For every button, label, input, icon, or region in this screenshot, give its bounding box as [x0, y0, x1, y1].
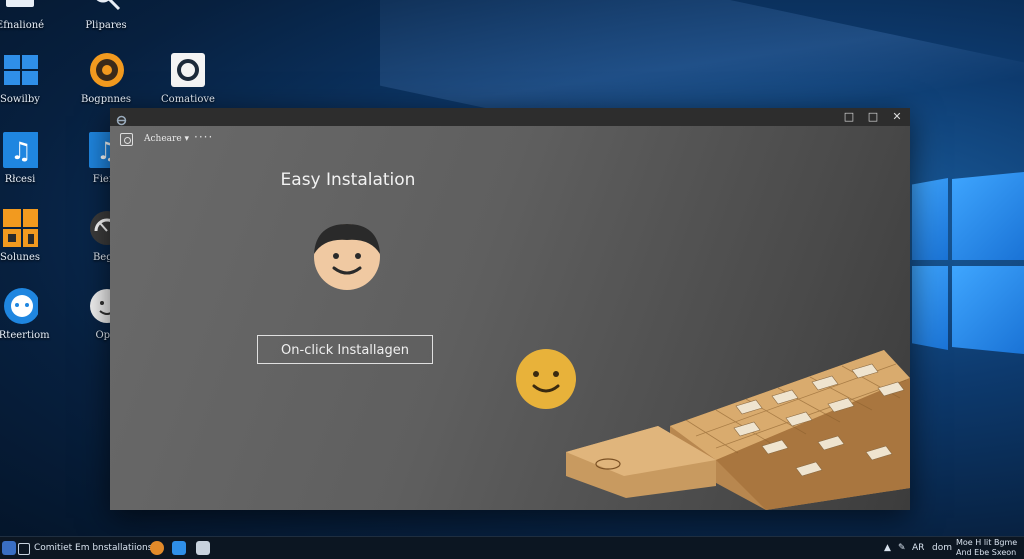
ring-icon — [170, 52, 206, 88]
windows-logo-wallpaper — [912, 172, 1024, 354]
folder-icon — [2, 0, 38, 14]
title-bar[interactable]: □ □ ✕ — [110, 108, 910, 126]
start-button[interactable] — [2, 541, 16, 555]
soccer-ball-icon — [88, 52, 124, 88]
camera-icon[interactable] — [120, 133, 133, 146]
desktop-icon-10[interactable]: URteertiom — [0, 288, 60, 341]
windows-icon — [2, 52, 38, 88]
desktop-icon-8[interactable]: Solunes — [0, 209, 60, 263]
pen-icon[interactable]: ✎ — [898, 541, 906, 555]
install-button[interactable]: On-click Installagen — [257, 335, 433, 364]
clock-line-2: And Ebe Sxeon — [956, 548, 1017, 557]
desktop-icon-label: Bogpnnes — [80, 94, 132, 105]
desktop-icon-label: Plipares — [85, 20, 127, 31]
more-options-button[interactable]: ···· — [194, 130, 213, 144]
app-icon — [116, 111, 127, 126]
clock[interactable]: Moe H lit Bgme And Ebe Sxeon — [956, 538, 1018, 557]
chat-bubble-icon — [2, 288, 38, 324]
desktop-icon-2[interactable]: Plipares — [66, 0, 146, 31]
close-button[interactable]: ✕ — [890, 110, 904, 124]
page-title: Easy Instalation — [280, 170, 416, 190]
avatar — [310, 218, 384, 292]
language-indicator[interactable]: AR — [912, 541, 924, 555]
tray-label[interactable]: dom — [932, 541, 952, 555]
taskbar-search[interactable]: Comitiet Em bnstallatiions — [34, 541, 152, 555]
magnifier-icon — [88, 0, 124, 14]
svg-text:♫: ♫ — [10, 137, 32, 165]
desktop-icon-label: URteertiom — [0, 330, 50, 341]
task-view-icon[interactable] — [18, 543, 30, 555]
clock-line-1: Moe H lit Bgme — [956, 538, 1018, 547]
browser-icon[interactable] — [150, 541, 164, 555]
desktop-icon-label: Solunes — [0, 252, 40, 263]
installer-window: □ □ ✕ Acheare ▾ ···· Easy Instalation On… — [110, 108, 910, 510]
music-note-icon: ♫ — [2, 132, 38, 168]
desktop-icon-label: Sowilby — [0, 94, 40, 105]
desktop-icon-1[interactable]: Efnalioné — [0, 0, 60, 31]
up-arrow-icon[interactable]: ▲ — [884, 541, 891, 555]
minimize-button[interactable]: □ — [842, 110, 856, 124]
puzzle-icon — [2, 209, 38, 247]
window-toolbar: Acheare ▾ ···· — [110, 126, 910, 154]
photos-icon[interactable] — [196, 541, 210, 555]
desktop-icon-label: Efnalioné — [0, 20, 45, 31]
shogi-board-image — [566, 348, 910, 510]
store-icon[interactable] — [172, 541, 186, 555]
taskbar: Comitiet Em bnstallatiions ▲ ✎ AR dom Mo… — [0, 536, 1024, 559]
desktop-icon-5[interactable]: Comatiove — [148, 52, 228, 105]
desktop-icon-4[interactable]: Bogpnnes — [66, 52, 146, 105]
desktop-icon-3[interactable]: Sowilby — [0, 52, 60, 105]
maximize-button[interactable]: □ — [866, 110, 880, 124]
desktop-icon-label: Comatiove — [161, 94, 215, 105]
toolbar-dropdown[interactable]: Acheare ▾ — [144, 134, 189, 144]
desktop-icon-6[interactable]: ♫ Rłcesi — [0, 132, 60, 185]
desktop-icon-label: Rłcesi — [4, 174, 36, 185]
